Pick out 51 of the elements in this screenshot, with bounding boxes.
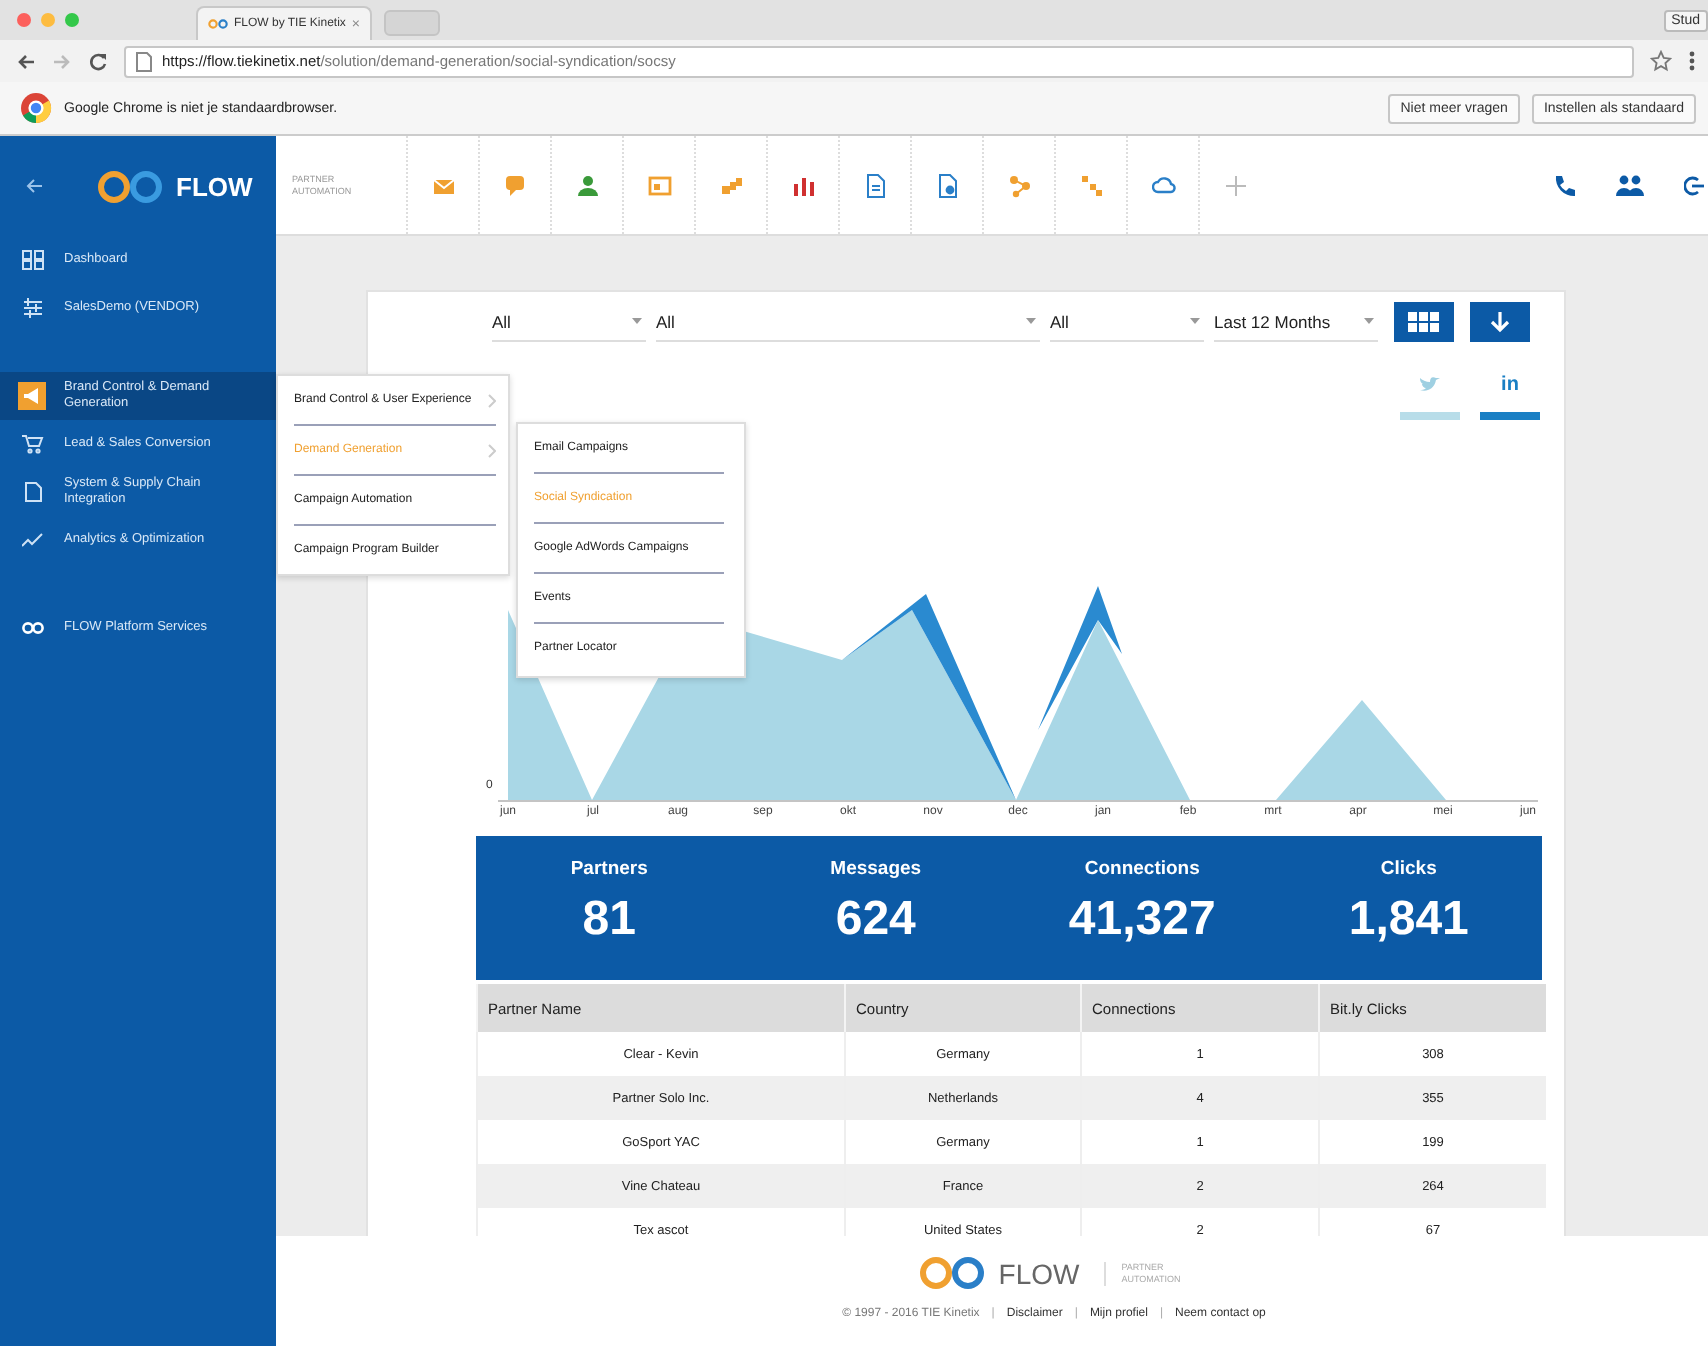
infinity-logo-icon [96,169,164,203]
stat-value: 1,841 [1348,892,1469,948]
window-controls-icon[interactable] [16,12,84,28]
logout-icon[interactable] [1684,173,1704,197]
blocks-icon[interactable] [719,173,743,197]
stat-value: 624 [835,892,916,948]
caret-icon [1026,318,1036,324]
logo-text: FLOW [176,171,253,201]
filter-dropdown[interactable]: All [492,303,646,341]
grid-icon [1408,312,1440,332]
users-icon[interactable] [1616,173,1644,197]
download-icon [1490,311,1510,333]
bird-icon [1420,376,1440,392]
document-icon[interactable] [863,173,887,197]
page-icon [136,51,152,71]
bar-chart-icon[interactable] [791,173,815,197]
social-tab[interactable]: in [1480,344,1540,420]
stat-label: Clicks [1380,858,1437,880]
cloud-icon[interactable] [1151,173,1175,197]
stat-value: 81 [582,892,636,948]
sliders-icon [18,294,46,322]
chat-icon[interactable] [503,173,527,197]
back-arrow-icon[interactable] [24,176,44,196]
stat-label: Connections [1084,858,1200,880]
logo-text: FLOW [998,1257,1080,1289]
caret-icon [1190,318,1200,324]
steps-icon[interactable] [1079,173,1103,197]
document-icon[interactable] [935,173,959,197]
phone-icon[interactable] [1552,173,1576,197]
menu-dots-icon[interactable] [1688,50,1696,72]
stat-value: 41,327 [1068,892,1216,948]
stat-label: Messages [830,858,922,880]
cart-icon [18,430,46,458]
user-icon[interactable] [575,173,599,197]
caret-icon [632,318,642,324]
star-icon[interactable] [1650,50,1672,72]
stat-label: Partners [570,858,648,880]
back-icon[interactable] [16,51,36,71]
caret-icon [1364,318,1374,324]
filter-dropdown[interactable]: Last 12 Months [1214,303,1378,341]
reload-icon[interactable] [88,51,108,71]
grid-icon [18,246,46,274]
filter-dropdown[interactable]: All [1050,303,1204,341]
browser-logo-icon [20,92,52,124]
infinity-logo-icon [918,1256,987,1290]
table-view-button[interactable] [1394,302,1454,342]
window-icon[interactable] [647,173,671,197]
infinity-icon [208,18,228,30]
filter-dropdown[interactable]: All [656,303,1040,341]
nodes-icon[interactable] [1007,173,1031,197]
download-button[interactable] [1470,302,1530,342]
